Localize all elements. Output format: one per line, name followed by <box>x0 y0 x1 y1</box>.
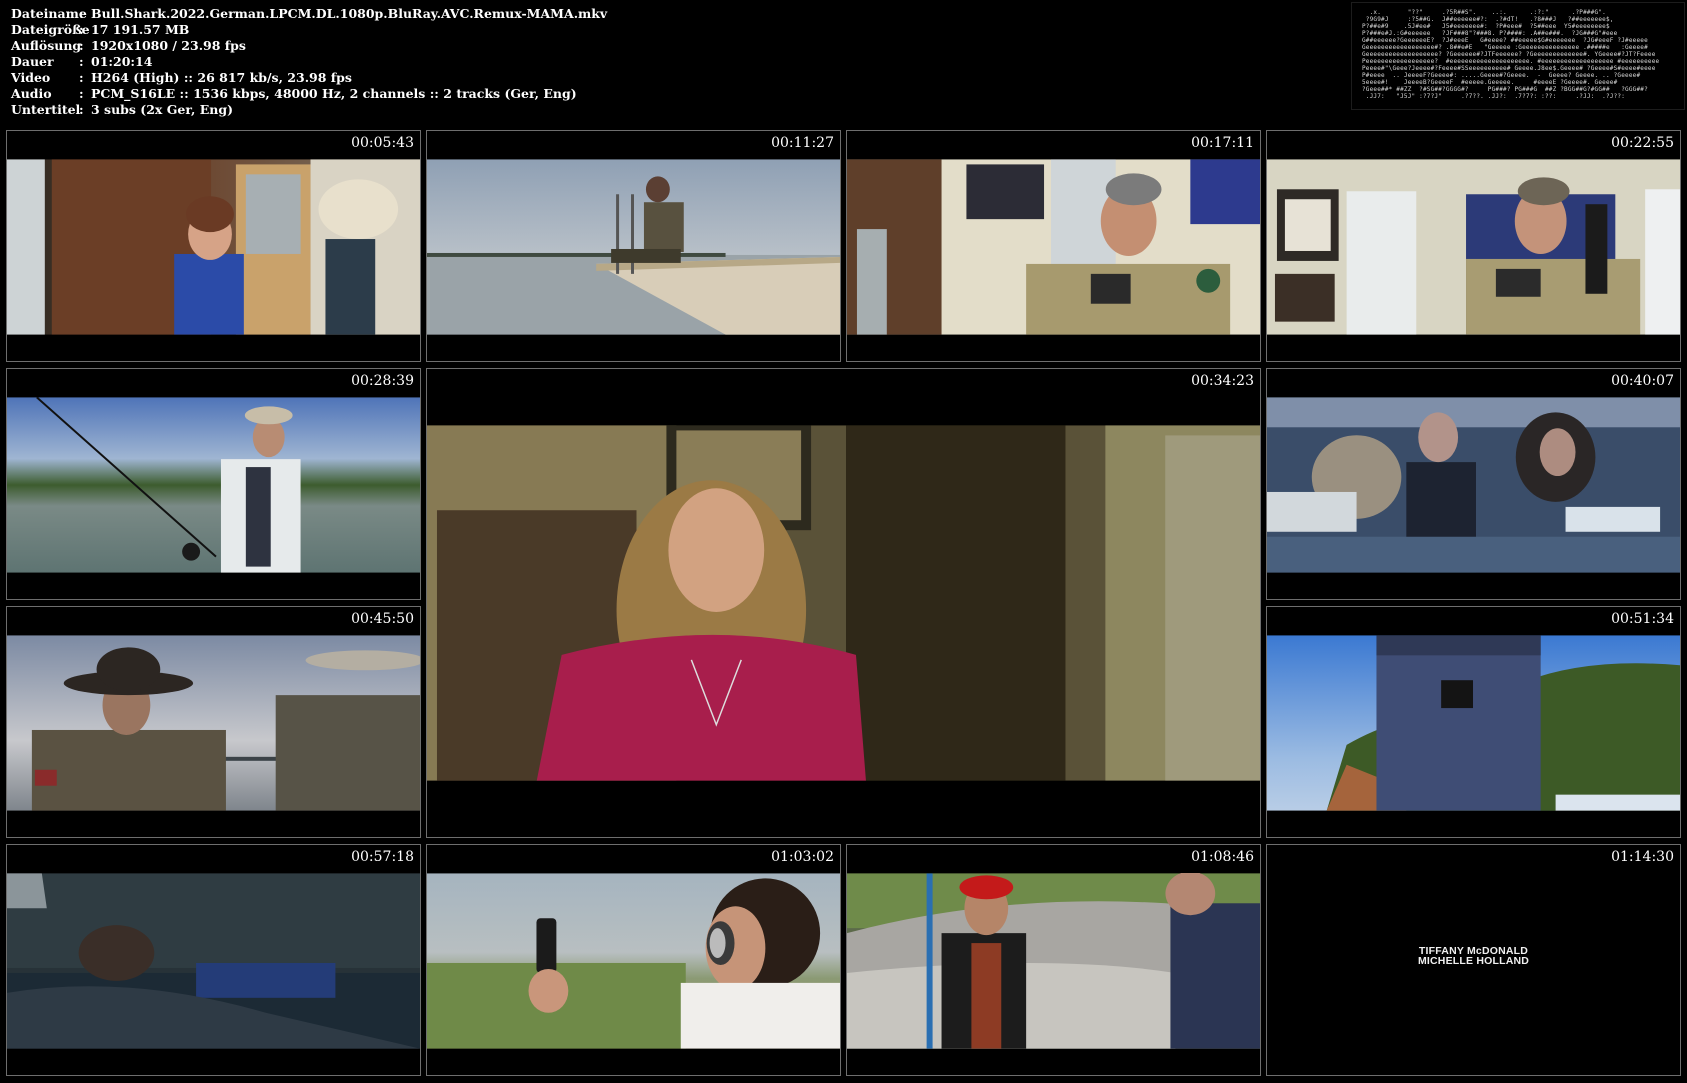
timestamp-label: 00:17:11 <box>1191 135 1254 151</box>
scene-frame-image <box>1267 397 1680 573</box>
thumbnail-tile[interactable]: 00:22:55 <box>1266 130 1681 362</box>
info-separator: : <box>79 86 84 101</box>
info-row-duration: Dauer : 01:20:14 <box>11 54 607 70</box>
info-separator: : <box>79 54 84 69</box>
info-separator: : <box>79 22 84 37</box>
timestamp-label: 00:22:55 <box>1611 135 1674 151</box>
thumbnail-tile[interactable]: 00:40:07 <box>1266 368 1681 600</box>
thumbnail-tile[interactable]: TIFFANY McDONALD MICHELLE HOLLAND 01:14:… <box>1266 844 1681 1076</box>
ascii-art-logo: .x. "??" .?5R##S". ..:. .:?:" .?P###G". … <box>1351 2 1685 110</box>
timestamp-label: 01:08:46 <box>1191 849 1254 865</box>
end-credits-text: TIFFANY McDONALD MICHELLE HOLLAND <box>1267 946 1680 967</box>
timestamp-label: 00:45:50 <box>351 611 414 627</box>
info-key: Dateiname <box>11 6 87 21</box>
timestamp-label: 00:11:27 <box>771 135 834 151</box>
scene-frame-image <box>7 159 420 335</box>
info-row-video: Video : H264 (High) :: 26 817 kb/s, 23.9… <box>11 70 607 86</box>
scene-frame-image <box>7 397 420 573</box>
info-value: 01:20:14 <box>91 54 153 69</box>
thumbnail-tile[interactable]: 00:57:18 <box>6 844 421 1076</box>
info-row-subtitles: Untertitel : 3 subs (2x Ger, Eng) <box>11 102 607 118</box>
info-row-audio: Audio : PCM_S16LE :: 1536 kbps, 48000 Hz… <box>11 86 607 102</box>
timestamp-label: 01:14:30 <box>1611 849 1674 865</box>
info-value: H264 (High) :: 26 817 kb/s, 23.98 fps <box>91 70 352 85</box>
info-row-resolution: Auflösung : 1920x1080 / 23.98 fps <box>11 38 607 54</box>
thumbnail-tile[interactable]: 00:17:11 <box>846 130 1261 362</box>
info-separator: : <box>79 102 84 117</box>
scene-frame-image <box>427 159 840 335</box>
file-info-panel: Dateiname : Bull.Shark.2022.German.LPCM.… <box>11 6 607 118</box>
info-key: Auflösung <box>11 38 82 53</box>
thumbnail-tile[interactable]: 00:45:50 <box>6 606 421 838</box>
timestamp-label: 00:34:23 <box>1191 373 1254 389</box>
info-value: Bull.Shark.2022.German.LPCM.DL.1080p.Blu… <box>91 6 608 21</box>
scene-frame-image <box>1267 635 1680 811</box>
thumbnail-tile[interactable]: 01:03:02 <box>426 844 841 1076</box>
timestamp-label: 00:28:39 <box>351 373 414 389</box>
scene-frame-image <box>427 425 1260 781</box>
credit-name: MICHELLE HOLLAND <box>1417 955 1530 967</box>
scene-frame-image <box>1267 159 1680 335</box>
scene-frame-image <box>847 873 1260 1049</box>
info-key: Untertitel <box>11 102 81 117</box>
timestamp-label: 01:03:02 <box>771 849 834 865</box>
thumbnail-tile[interactable]: 00:05:43 <box>6 130 421 362</box>
thumbnail-tile[interactable]: 00:28:39 <box>6 368 421 600</box>
timestamp-label: 00:57:18 <box>351 849 414 865</box>
info-key: Audio <box>11 86 52 101</box>
info-row-filename: Dateiname : Bull.Shark.2022.German.LPCM.… <box>11 6 607 22</box>
info-row-filesize: Dateigröße : 17 191.57 MB <box>11 22 607 38</box>
info-separator: : <box>79 38 84 53</box>
info-value: PCM_S16LE :: 1536 kbps, 48000 Hz, 2 chan… <box>91 86 577 101</box>
scene-frame-image <box>7 873 420 1049</box>
info-value: 1920x1080 / 23.98 fps <box>91 38 246 53</box>
thumbnail-tile[interactable]: 00:11:27 <box>426 130 841 362</box>
info-separator: : <box>79 70 84 85</box>
timestamp-label: 00:05:43 <box>351 135 414 151</box>
info-key: Video <box>11 70 51 85</box>
timestamp-label: 00:40:07 <box>1611 373 1674 389</box>
info-value: 17 191.57 MB <box>91 22 190 37</box>
info-value: 3 subs (2x Ger, Eng) <box>91 102 233 117</box>
scene-frame-image <box>427 873 840 1049</box>
info-separator: : <box>79 6 84 21</box>
thumbnail-tile[interactable]: 00:51:34 <box>1266 606 1681 838</box>
scene-frame-image <box>847 159 1260 335</box>
thumbnail-tile[interactable]: 01:08:46 <box>846 844 1261 1076</box>
info-key: Dauer <box>11 54 54 69</box>
thumbnail-tile[interactable]: 00:34:23 <box>426 368 1261 838</box>
timestamp-label: 00:51:34 <box>1611 611 1674 627</box>
info-key: Dateigröße <box>11 22 90 37</box>
scene-frame-image <box>7 635 420 811</box>
